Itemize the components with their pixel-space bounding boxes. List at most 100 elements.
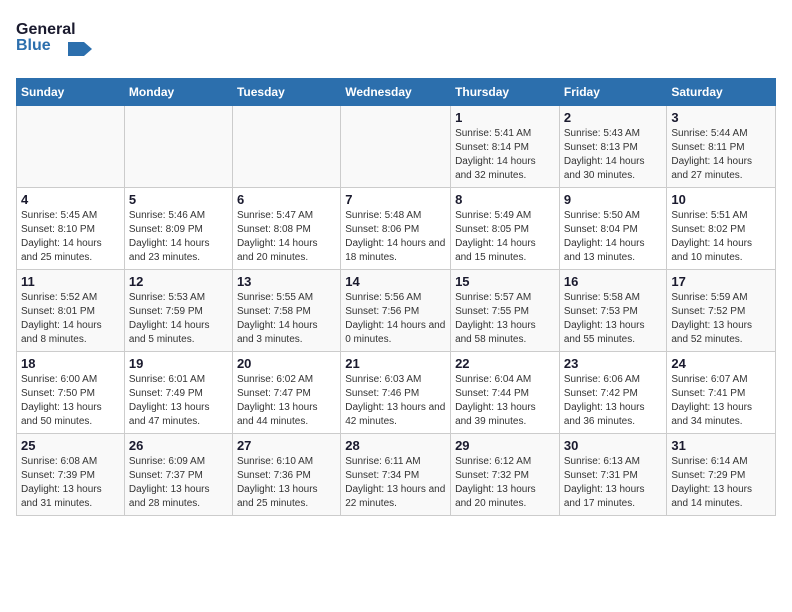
- calendar-cell: 10Sunrise: 5:51 AM Sunset: 8:02 PM Dayli…: [667, 188, 776, 270]
- calendar-cell: [17, 106, 125, 188]
- day-number: 19: [129, 356, 228, 371]
- calendar-cell: 28 Sunrise: 6:11 AM Sunset: 7:34 PM Dayli…: [341, 434, 451, 516]
- day-info: Sunrise: 6:12 AM Sunset: 7:32 PM Dayligh…: [455, 455, 555, 511]
- calendar-cell: 7Sunrise: 5:48 AM Sunset: 8:06 PM Daylig…: [341, 188, 451, 270]
- calendar-cell: 1Sunrise: 5:41 AM Sunset: 8:14 PM Daylig…: [451, 106, 560, 188]
- calendar-week-row: 1Sunrise: 5:41 AM Sunset: 8:14 PM Daylig…: [17, 106, 776, 188]
- day-number: 5: [129, 192, 228, 207]
- column-header-sunday: Sunday: [17, 79, 125, 106]
- day-number: 18: [21, 356, 120, 371]
- day-info: Sunrise: 6:08 AM Sunset: 7:39 PM Dayligh…: [21, 455, 120, 511]
- calendar-cell: [341, 106, 451, 188]
- calendar-cell: 2 Sunrise: 5:43 AM Sunset: 8:13 PM Daylig…: [559, 106, 667, 188]
- day-number: 16: [564, 274, 663, 289]
- calendar-cell: 21 Sunrise: 6:03 AM Sunset: 7:46 PM Dayli…: [341, 352, 451, 434]
- calendar-cell: 20 Sunrise: 6:02 AM Sunset: 7:47 PM Dayli…: [232, 352, 340, 434]
- calendar-cell: 9 Sunrise: 5:50 AM Sunset: 8:04 PM Daylig…: [559, 188, 667, 270]
- logo-icon: General Blue: [16, 16, 96, 66]
- calendar-table: SundayMondayTuesdayWednesdayThursdayFrid…: [16, 78, 776, 516]
- day-info: Sunrise: 5:58 AM Sunset: 7:53 PM Dayligh…: [564, 291, 663, 347]
- day-info: Sunrise: 6:09 AM Sunset: 7:37 PM Dayligh…: [129, 455, 228, 511]
- calendar-cell: 26 Sunrise: 6:09 AM Sunset: 7:37 PM Dayli…: [124, 434, 232, 516]
- day-number: 15: [455, 274, 555, 289]
- calendar-cell: [232, 106, 340, 188]
- calendar-cell: 30Sunrise: 6:13 AM Sunset: 7:31 PM Dayli…: [559, 434, 667, 516]
- calendar-cell: 15 Sunrise: 5:57 AM Sunset: 7:55 PM Dayli…: [451, 270, 560, 352]
- calendar-cell: 23 Sunrise: 6:06 AM Sunset: 7:42 PM Dayli…: [559, 352, 667, 434]
- day-info: Sunrise: 6:06 AM Sunset: 7:42 PM Dayligh…: [564, 373, 663, 429]
- day-info: Sunrise: 5:49 AM Sunset: 8:05 PM Dayligh…: [455, 209, 555, 265]
- day-info: Sunrise: 5:47 AM Sunset: 8:08 PM Dayligh…: [237, 209, 336, 265]
- day-info: Sunrise: 6:03 AM Sunset: 7:46 PM Dayligh…: [345, 373, 446, 429]
- calendar-cell: 18 Sunrise: 6:00 AM Sunset: 7:50 PM Dayli…: [17, 352, 125, 434]
- day-number: 23: [564, 356, 663, 371]
- calendar-cell: 22 Sunrise: 6:04 AM Sunset: 7:44 PM Dayli…: [451, 352, 560, 434]
- calendar-cell: 27 Sunrise: 6:10 AM Sunset: 7:36 PM Dayli…: [232, 434, 340, 516]
- day-info: Sunrise: 5:59 AM Sunset: 7:52 PM Dayligh…: [671, 291, 771, 347]
- day-info: Sunrise: 5:57 AM Sunset: 7:55 PM Dayligh…: [455, 291, 555, 347]
- day-info: Sunrise: 6:13 AM Sunset: 7:31 PM Dayligh…: [564, 455, 663, 511]
- calendar-cell: 24Sunrise: 6:07 AM Sunset: 7:41 PM Dayli…: [667, 352, 776, 434]
- day-info: Sunrise: 5:52 AM Sunset: 8:01 PM Dayligh…: [21, 291, 120, 347]
- day-info: Sunrise: 6:00 AM Sunset: 7:50 PM Dayligh…: [21, 373, 120, 429]
- day-number: 14: [345, 274, 446, 289]
- day-info: Sunrise: 6:04 AM Sunset: 7:44 PM Dayligh…: [455, 373, 555, 429]
- day-info: Sunrise: 5:50 AM Sunset: 8:04 PM Dayligh…: [564, 209, 663, 265]
- day-number: 25: [21, 438, 120, 453]
- calendar-cell: 13Sunrise: 5:55 AM Sunset: 7:58 PM Dayli…: [232, 270, 340, 352]
- day-info: Sunrise: 5:48 AM Sunset: 8:06 PM Dayligh…: [345, 209, 446, 265]
- calendar-cell: 25 Sunrise: 6:08 AM Sunset: 7:39 PM Dayli…: [17, 434, 125, 516]
- calendar-cell: 19 Sunrise: 6:01 AM Sunset: 7:49 PM Dayli…: [124, 352, 232, 434]
- day-info: Sunrise: 5:43 AM Sunset: 8:13 PM Dayligh…: [564, 127, 663, 183]
- day-info: Sunrise: 6:11 AM Sunset: 7:34 PM Dayligh…: [345, 455, 446, 511]
- day-number: 21: [345, 356, 446, 371]
- day-info: Sunrise: 5:56 AM Sunset: 7:56 PM Dayligh…: [345, 291, 446, 347]
- calendar-cell: 17Sunrise: 5:59 AM Sunset: 7:52 PM Dayli…: [667, 270, 776, 352]
- column-header-wednesday: Wednesday: [341, 79, 451, 106]
- day-info: Sunrise: 6:02 AM Sunset: 7:47 PM Dayligh…: [237, 373, 336, 429]
- day-number: 12: [129, 274, 228, 289]
- day-number: 26: [129, 438, 228, 453]
- calendar-week-row: 11 Sunrise: 5:52 AM Sunset: 8:01 PM Dayli…: [17, 270, 776, 352]
- day-info: Sunrise: 5:46 AM Sunset: 8:09 PM Dayligh…: [129, 209, 228, 265]
- day-number: 10: [671, 192, 771, 207]
- day-info: Sunrise: 6:01 AM Sunset: 7:49 PM Dayligh…: [129, 373, 228, 429]
- day-info: Sunrise: 5:55 AM Sunset: 7:58 PM Dayligh…: [237, 291, 336, 347]
- logo: General Blue: [16, 16, 96, 66]
- calendar-cell: 12 Sunrise: 5:53 AM Sunset: 7:59 PM Dayli…: [124, 270, 232, 352]
- day-info: Sunrise: 5:53 AM Sunset: 7:59 PM Dayligh…: [129, 291, 228, 347]
- column-header-thursday: Thursday: [451, 79, 560, 106]
- day-number: 22: [455, 356, 555, 371]
- day-number: 28: [345, 438, 446, 453]
- calendar-week-row: 18 Sunrise: 6:00 AM Sunset: 7:50 PM Dayli…: [17, 352, 776, 434]
- calendar-cell: 16 Sunrise: 5:58 AM Sunset: 7:53 PM Dayli…: [559, 270, 667, 352]
- day-number: 6: [237, 192, 336, 207]
- day-info: Sunrise: 6:10 AM Sunset: 7:36 PM Dayligh…: [237, 455, 336, 511]
- column-header-monday: Monday: [124, 79, 232, 106]
- day-number: 9: [564, 192, 663, 207]
- day-number: 31: [671, 438, 771, 453]
- column-header-saturday: Saturday: [667, 79, 776, 106]
- svg-text:General: General: [16, 21, 76, 38]
- day-number: 11: [21, 274, 120, 289]
- calendar-cell: 11 Sunrise: 5:52 AM Sunset: 8:01 PM Dayli…: [17, 270, 125, 352]
- day-number: 27: [237, 438, 336, 453]
- day-number: 4: [21, 192, 120, 207]
- calendar-cell: 8 Sunrise: 5:49 AM Sunset: 8:05 PM Daylig…: [451, 188, 560, 270]
- calendar-cell: 14 Sunrise: 5:56 AM Sunset: 7:56 PM Dayli…: [341, 270, 451, 352]
- calendar-cell: 29 Sunrise: 6:12 AM Sunset: 7:32 PM Dayli…: [451, 434, 560, 516]
- calendar-cell: 6 Sunrise: 5:47 AM Sunset: 8:08 PM Daylig…: [232, 188, 340, 270]
- day-number: 20: [237, 356, 336, 371]
- svg-text:Blue: Blue: [16, 37, 51, 54]
- day-info: Sunrise: 6:07 AM Sunset: 7:41 PM Dayligh…: [671, 373, 771, 429]
- page-header: General Blue: [16, 16, 776, 66]
- day-number: 1: [455, 110, 555, 125]
- day-number: 8: [455, 192, 555, 207]
- day-info: Sunrise: 5:45 AM Sunset: 8:10 PM Dayligh…: [21, 209, 120, 265]
- calendar-week-row: 25 Sunrise: 6:08 AM Sunset: 7:39 PM Dayli…: [17, 434, 776, 516]
- day-number: 29: [455, 438, 555, 453]
- day-number: 2: [564, 110, 663, 125]
- calendar-cell: 31Sunrise: 6:14 AM Sunset: 7:29 PM Dayli…: [667, 434, 776, 516]
- calendar-cell: 4 Sunrise: 5:45 AM Sunset: 8:10 PM Daylig…: [17, 188, 125, 270]
- calendar-cell: 5 Sunrise: 5:46 AM Sunset: 8:09 PM Daylig…: [124, 188, 232, 270]
